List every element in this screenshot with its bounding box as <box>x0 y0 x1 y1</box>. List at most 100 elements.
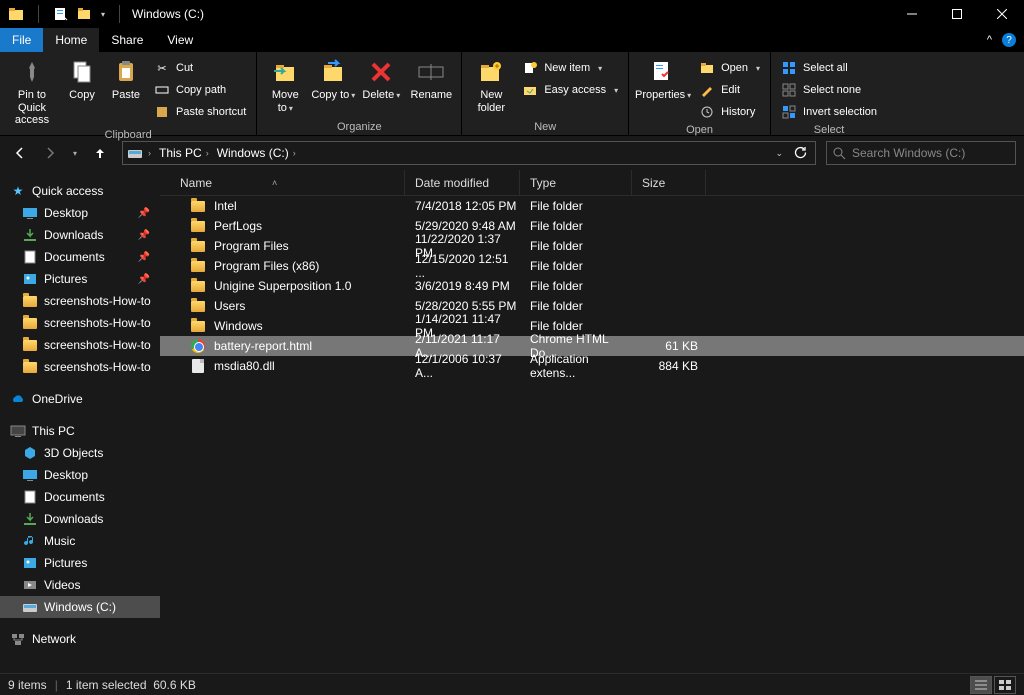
crumb-drive[interactable]: Windows (C:)› <box>214 146 299 160</box>
maximize-button[interactable] <box>934 0 979 28</box>
ribbon-collapse-icon[interactable]: ^ <box>987 34 992 46</box>
new-folder-button[interactable]: New folder <box>468 54 514 115</box>
addr-dropdown-icon[interactable]: ⌄ <box>775 148 783 159</box>
downloads-icon <box>22 511 38 527</box>
file-row[interactable]: msdia80.dll12/1/2006 10:37 A...Applicati… <box>160 356 1024 376</box>
sidebar-screenshots1[interactable]: screenshots-How-to <box>0 290 160 312</box>
copy-to-button[interactable]: Copy to▾ <box>311 54 355 115</box>
pin-quickaccess-button[interactable]: Pin to Quick access <box>6 54 58 127</box>
column-date[interactable]: Date modified <box>405 170 520 195</box>
thumbnails-view-button[interactable] <box>994 676 1016 694</box>
column-size[interactable]: Size <box>632 170 706 195</box>
edit-button[interactable]: Edit <box>695 80 764 100</box>
minimize-button[interactable] <box>889 0 934 28</box>
cut-button[interactable]: ✂Cut <box>150 58 250 78</box>
search-icon <box>833 147 846 160</box>
sidebar-music[interactable]: Music <box>0 530 160 552</box>
sidebar-3dobjects[interactable]: 3D Objects <box>0 442 160 464</box>
move-to-button[interactable]: Move to▾ <box>263 54 307 115</box>
rename-button[interactable]: Rename <box>407 54 455 115</box>
help-icon[interactable]: ? <box>1002 33 1016 47</box>
file-row[interactable]: Program Files (x86)12/15/2020 12:51 ...F… <box>160 256 1024 276</box>
sidebar-documents2[interactable]: Documents <box>0 486 160 508</box>
select-all-button[interactable]: Select all <box>777 58 881 78</box>
sidebar-downloads[interactable]: Downloads📌 <box>0 224 160 246</box>
videos-icon <box>22 577 38 593</box>
sidebar-screenshots3[interactable]: screenshots-How-to <box>0 334 160 356</box>
crumb-thispc[interactable]: This PC› <box>156 146 212 160</box>
qat-newfolder-icon[interactable] <box>77 6 93 22</box>
history-button[interactable]: History <box>695 102 764 122</box>
file-row[interactable]: Intel7/4/2018 12:05 PMFile folder <box>160 196 1024 216</box>
easy-access-button[interactable]: Easy access▾ <box>518 80 622 100</box>
thispc-icon <box>10 423 26 439</box>
paste-shortcut-button[interactable]: Paste shortcut <box>150 102 250 122</box>
file-row[interactable]: PerfLogs5/29/2020 9:48 AMFile folder <box>160 216 1024 236</box>
sidebar-desktop2[interactable]: Desktop <box>0 464 160 486</box>
tab-file[interactable]: File <box>0 28 43 52</box>
open-button[interactable]: Open▾ <box>695 58 764 78</box>
back-button[interactable] <box>8 141 32 165</box>
sidebar-pictures2[interactable]: Pictures <box>0 552 160 574</box>
sidebar-screenshots2[interactable]: screenshots-How-to <box>0 312 160 334</box>
folder-icon <box>22 315 38 331</box>
address-bar[interactable]: › This PC› Windows (C:)› ⌄ <box>122 141 816 165</box>
file-size <box>632 296 706 316</box>
sidebar-drive[interactable]: Windows (C:) <box>0 596 160 618</box>
column-name[interactable]: Name˄ <box>160 170 405 195</box>
delete-button[interactable]: Delete▾ <box>359 54 403 115</box>
sort-indicator-icon: ˄ <box>272 178 277 188</box>
sidebar-downloads2[interactable]: Downloads <box>0 508 160 530</box>
file-row[interactable]: Users5/28/2020 5:55 PMFile folder <box>160 296 1024 316</box>
file-name: Program Files <box>214 239 289 253</box>
forward-button[interactable] <box>38 141 62 165</box>
crumb-root[interactable]: › <box>145 148 154 158</box>
status-selection: 1 item selected <box>66 678 147 692</box>
file-name: msdia80.dll <box>214 359 275 373</box>
file-type: Application extens... <box>520 356 632 376</box>
paste-button[interactable]: Paste <box>106 54 146 115</box>
file-row[interactable]: Program Files11/22/2020 1:37 PMFile fold… <box>160 236 1024 256</box>
details-view-button[interactable] <box>970 676 992 694</box>
qat-dropdown-icon[interactable]: ▾ <box>101 10 105 19</box>
folder-icon <box>190 318 206 334</box>
select-none-button[interactable]: Select none <box>777 80 881 100</box>
folder-icon <box>22 293 38 309</box>
tab-view[interactable]: View <box>155 28 205 52</box>
file-list-pane: Name˄ Date modified Type Size Intel7/4/2… <box>160 170 1024 673</box>
sidebar-thispc[interactable]: This PC <box>0 420 160 442</box>
new-item-button[interactable]: New item▾ <box>518 58 622 78</box>
sidebar-documents[interactable]: Documents📌 <box>0 246 160 268</box>
sidebar-screenshots4[interactable]: screenshots-How-to <box>0 356 160 378</box>
sidebar-network[interactable]: Network <box>0 628 160 650</box>
group-new-label: New <box>468 119 622 135</box>
star-icon: ★ <box>10 183 26 199</box>
column-type[interactable]: Type <box>520 170 632 195</box>
tab-home[interactable]: Home <box>43 28 99 52</box>
sidebar-videos[interactable]: Videos <box>0 574 160 596</box>
documents-icon <box>22 249 38 265</box>
sidebar-quickaccess[interactable]: ★Quick access <box>0 180 160 202</box>
file-row[interactable]: Unigine Superposition 1.03/6/2019 8:49 P… <box>160 276 1024 296</box>
recent-dropdown-icon[interactable]: ▾ <box>68 141 82 165</box>
downloads-icon <box>22 227 38 243</box>
invert-selection-button[interactable]: Invert selection <box>777 102 881 122</box>
search-input[interactable] <box>852 146 1009 160</box>
column-headers: Name˄ Date modified Type Size <box>160 170 1024 196</box>
status-bar: 9 items | 1 item selected 60.6 KB <box>0 673 1024 695</box>
properties-button[interactable]: Properties▾ <box>635 54 691 115</box>
file-size <box>632 316 706 336</box>
tab-share[interactable]: Share <box>99 28 155 52</box>
close-button[interactable] <box>979 0 1024 28</box>
copy-path-button[interactable]: Copy path <box>150 80 250 100</box>
search-box[interactable] <box>826 141 1016 165</box>
sidebar-desktop[interactable]: Desktop📌 <box>0 202 160 224</box>
qat-props-icon[interactable] <box>53 6 69 22</box>
sidebar-onedrive[interactable]: OneDrive <box>0 388 160 410</box>
sidebar-pictures[interactable]: Pictures📌 <box>0 268 160 290</box>
ribbon: Pin to Quick access Copy Paste ✂Cut Copy… <box>0 52 1024 136</box>
up-button[interactable] <box>88 141 112 165</box>
file-type: File folder <box>520 276 632 296</box>
refresh-button[interactable] <box>793 146 807 160</box>
copy-button[interactable]: Copy <box>62 54 102 115</box>
